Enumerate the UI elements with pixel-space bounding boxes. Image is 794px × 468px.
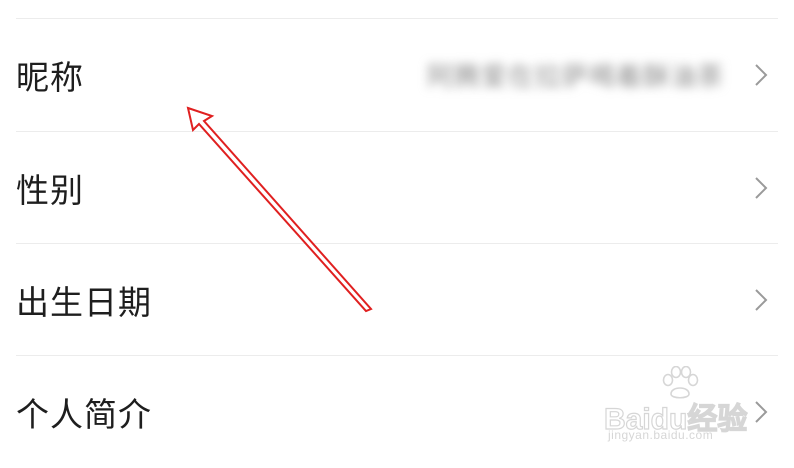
chevron-right-icon bbox=[754, 63, 768, 87]
birthday-row[interactable]: 出生日期 bbox=[0, 244, 794, 356]
profile-settings-list: 昵称 阿腾爱在拉萨喝着酥油茶 性别 出生日期 个人简介 bbox=[0, 0, 794, 456]
nickname-label: 昵称 bbox=[16, 58, 84, 97]
bio-label: 个人简介 bbox=[16, 395, 152, 434]
chevron-right-icon bbox=[754, 400, 768, 424]
nickname-value: 阿腾爱在拉萨喝着酥油茶 bbox=[426, 62, 724, 93]
gender-row[interactable]: 性别 bbox=[0, 132, 794, 244]
bio-row[interactable]: 个人简介 bbox=[0, 356, 794, 468]
nickname-row[interactable]: 昵称 阿腾爱在拉萨喝着酥油茶 bbox=[0, 19, 794, 131]
gender-label: 性别 bbox=[16, 171, 84, 210]
chevron-right-icon bbox=[754, 288, 768, 312]
chevron-right-icon bbox=[754, 176, 768, 200]
birthday-label: 出生日期 bbox=[16, 283, 152, 322]
